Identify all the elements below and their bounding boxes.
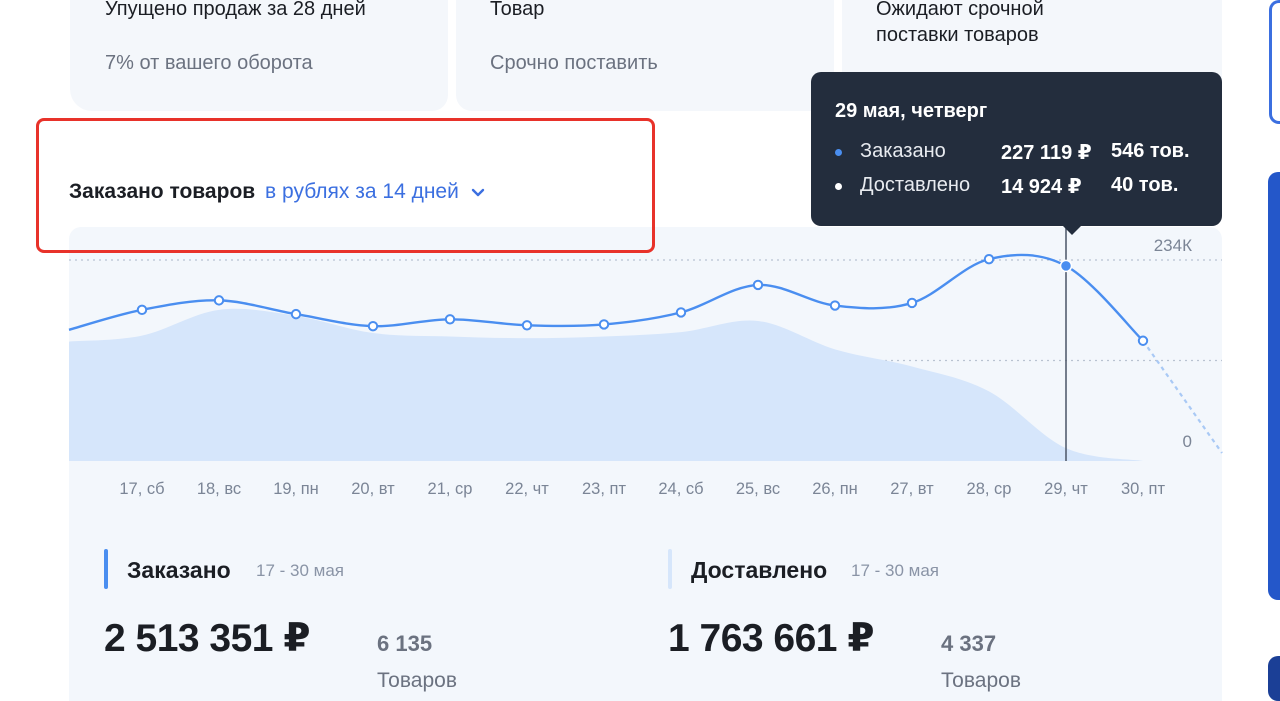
tooltip-ordered-count: 546 тов.	[1111, 140, 1190, 162]
data-point	[829, 300, 841, 311]
x-tick-label: 29, чт	[1044, 480, 1088, 498]
data-point	[906, 297, 918, 309]
x-tick-label: 24, сб	[658, 480, 703, 498]
data-point	[598, 319, 610, 330]
tooltip-date: 29 мая, четверг	[835, 100, 988, 122]
tooltip-ordered-value: 227 119 ₽	[1001, 142, 1092, 164]
data-point	[290, 308, 302, 320]
data-point	[444, 314, 456, 325]
x-tick-label: 30, пт	[1121, 480, 1165, 498]
ordered-dot-icon	[835, 149, 842, 156]
tooltip-ordered-label: Заказано	[860, 140, 946, 162]
ordered-legend-bar	[104, 549, 108, 589]
x-tick-label: 18, вс	[197, 480, 241, 498]
delivered-dot-icon	[835, 183, 842, 190]
summary-ordered-amount: 2 513 351 ₽	[104, 617, 310, 660]
x-tick-label: 28, ср	[967, 480, 1012, 498]
x-tick-label: 19, пн	[273, 480, 319, 498]
side-banner-edge	[1268, 172, 1280, 600]
summary-delivered-qty-label: Товаров	[941, 669, 1021, 692]
data-point	[136, 304, 148, 316]
data-point	[367, 320, 379, 332]
tooltip-delivered-count: 40 тов.	[1111, 174, 1179, 196]
data-point	[675, 307, 687, 318]
summary-ordered-range: 17 - 30 мая	[256, 561, 344, 580]
tooltip-delivered-value: 14 924 ₽	[1001, 176, 1082, 198]
data-point-highlighted	[1059, 259, 1073, 273]
x-tick-label: 26, пн	[812, 480, 858, 498]
data-point	[213, 295, 225, 306]
summary-ordered-qty-label: Товаров	[377, 669, 457, 692]
summary-ordered-label: Заказано	[127, 557, 231, 583]
summary-ordered-qty: 6 135	[377, 631, 433, 656]
data-point	[521, 320, 533, 331]
summary-delivered-range: 17 - 30 мая	[851, 561, 939, 580]
data-point	[1137, 335, 1149, 346]
chart-tooltip: 29 мая, четверг Заказано 227 119 ₽ 546 т…	[811, 72, 1222, 235]
y-tick-label-max: 234К	[1154, 236, 1192, 255]
x-tick-label: 25, вс	[736, 480, 780, 498]
side-banner-edge-2	[1268, 656, 1280, 701]
tooltip-delivered-label: Доставлено	[860, 174, 971, 196]
delivered-legend-bar	[668, 549, 672, 589]
x-tick-label: 17, сб	[119, 480, 164, 498]
data-point	[983, 253, 995, 265]
x-tick-label: 20, вт	[351, 480, 395, 498]
x-tick-label: 21, ср	[428, 480, 473, 498]
summary-delivered-label: Доставлено	[691, 557, 828, 583]
summary-delivered-qty: 4 337	[941, 631, 997, 656]
series-delivered-area	[69, 308, 1222, 461]
side-card-edge	[1269, 0, 1280, 124]
highlight-frame	[36, 118, 655, 253]
y-tick-label-zero: 0	[1183, 432, 1192, 451]
x-tick-label: 27, вт	[890, 480, 934, 498]
x-tick-label: 22, чт	[505, 480, 549, 498]
summary-delivered-amount: 1 763 661 ₽	[668, 617, 874, 660]
data-point	[752, 279, 764, 291]
x-tick-label: 23, пт	[582, 480, 626, 498]
